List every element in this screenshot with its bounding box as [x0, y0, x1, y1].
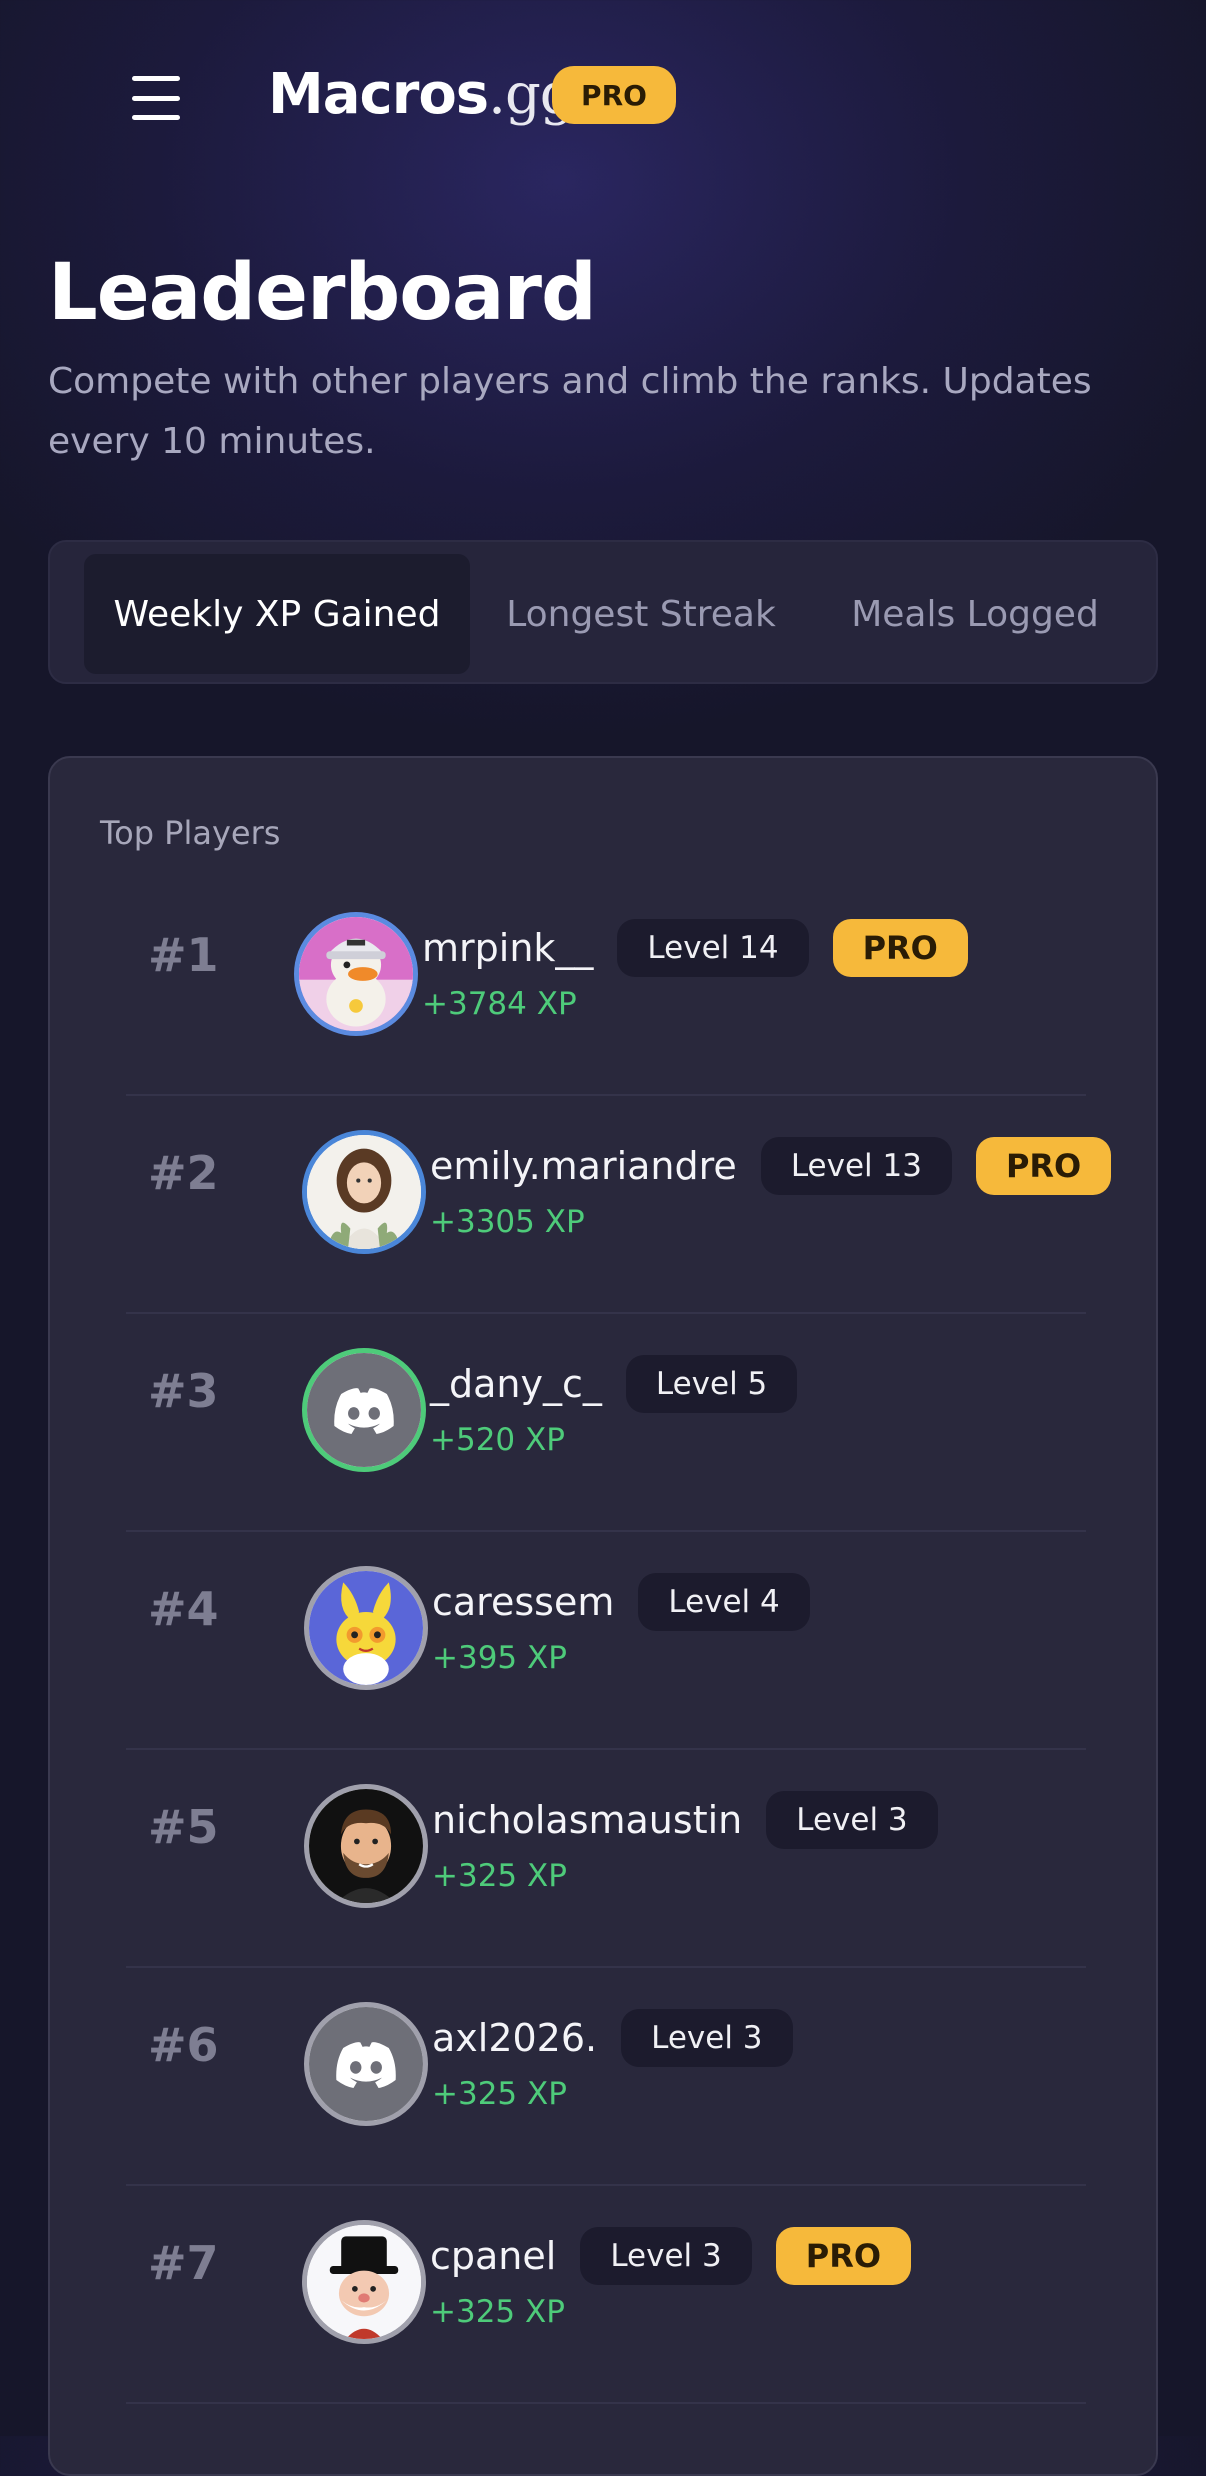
hamburger-menu-icon[interactable] [126, 72, 186, 124]
page-subtitle: Compete with other players and climb the… [48, 361, 1092, 462]
card-title: Top Players [100, 814, 281, 852]
rank-number: #2 [148, 1146, 219, 1200]
discord-icon[interactable] [302, 1348, 426, 1472]
player-name[interactable]: _dany_c_ [430, 1362, 602, 1406]
app-logo[interactable]: Macros.gg [268, 62, 576, 127]
leaderboard-row[interactable]: #5 nicholasmaustin Level 3 +325 XP [126, 1750, 1086, 1968]
monopoly-avatar-icon[interactable] [302, 2220, 426, 2344]
level-badge: Level 3 [621, 2009, 793, 2067]
player-info: cpanel Level 3 PRO +325 XP [430, 2226, 912, 2330]
player-name[interactable]: nicholasmaustin [432, 1798, 742, 1842]
player-info: caressem Level 4 +395 XP [432, 1572, 834, 1676]
xp-gained: +325 XP [432, 2076, 567, 2112]
leaderboard-row[interactable]: #2 emily.mariandre Level 13 PRO +3305 XP [126, 1096, 1112, 1314]
rank-number: #1 [148, 928, 219, 982]
player-info: mrpink__ Level 14 PRO +3784 XP [422, 918, 968, 1022]
leaderboard-row[interactable]: #6 axl2026. Level 3 +325 XP [126, 1968, 1086, 2186]
rank-number: #4 [148, 1582, 219, 1636]
leaderboard-card: Top Players #1 mrpink__ Level 14 PRO +3784 X… [48, 756, 1158, 2476]
player-name[interactable]: mrpink__ [422, 926, 593, 970]
tab-longest-streak[interactable]: Longest Streak [486, 554, 796, 674]
top-bar: Macros.gg PRO [0, 0, 1206, 190]
level-badge: Level 13 [760, 1137, 952, 1195]
level-badge: Level 5 [625, 1355, 798, 1413]
player-name-line: axl2026. Level 3 [432, 2008, 817, 2068]
bunny-avatar-icon[interactable] [304, 1566, 428, 1690]
leaderboard-tabs: Weekly XP Gained Longest Streak Meals Lo… [48, 540, 1158, 684]
player-list: #1 mrpink__ Level 14 PRO +3784 XP #2 emily.mar… [126, 878, 1112, 2404]
player-name-line: caressem Level 4 [432, 1572, 834, 1632]
woman-avatar-icon[interactable] [302, 1130, 426, 1254]
xp-gained: +3305 XP [430, 1204, 585, 1240]
player-info: nicholasmaustin Level 3 +325 XP [432, 1790, 962, 1894]
xp-gained: +3784 XP [422, 986, 577, 1022]
xp-gained: +325 XP [432, 1858, 567, 1894]
player-name-line: emily.mariandre Level 13 PRO [430, 1136, 1112, 1196]
pro-badge: PRO [975, 1137, 1112, 1195]
pro-badge: PRO [775, 2227, 912, 2285]
player-name[interactable]: axl2026. [432, 2016, 597, 2060]
page-title: Leaderboard [48, 248, 597, 338]
rank-number: #7 [148, 2236, 219, 2290]
rank-number: #3 [148, 1364, 219, 1418]
player-name[interactable]: emily.mariandre [430, 1144, 737, 1188]
duck-avatar-icon[interactable] [294, 912, 418, 1036]
level-badge: Level 3 [766, 1791, 938, 1849]
player-info: emily.mariandre Level 13 PRO +3305 XP [430, 1136, 1112, 1240]
player-info: _dany_c_ Level 5 +520 XP [430, 1354, 821, 1458]
man-avatar-icon[interactable] [304, 1784, 428, 1908]
discord-icon[interactable] [304, 2002, 428, 2126]
player-name-line: cpanel Level 3 PRO [430, 2226, 912, 2286]
player-name[interactable]: cpanel [430, 2234, 556, 2278]
level-badge: Level 3 [580, 2227, 752, 2285]
player-info: axl2026. Level 3 +325 XP [432, 2008, 817, 2112]
tab-meals-logged[interactable]: Meals Logged [820, 554, 1130, 674]
player-name-line: nicholasmaustin Level 3 [432, 1790, 962, 1850]
pro-badge: PRO [832, 919, 968, 977]
xp-gained: +325 XP [430, 2294, 565, 2330]
leaderboard-row[interactable]: #4 caressem Level 4 +395 XP [126, 1532, 1086, 1750]
level-badge: Level 14 [617, 919, 809, 977]
player-name-line: mrpink__ Level 14 PRO [422, 918, 968, 978]
rank-number: #6 [148, 2018, 219, 2072]
leaderboard-row[interactable]: #7 cpanel Level 3 PRO +325 XP [126, 2186, 1086, 2404]
rank-number: #5 [148, 1800, 219, 1854]
xp-gained: +395 XP [432, 1640, 567, 1676]
player-name[interactable]: caressem [432, 1580, 614, 1624]
xp-gained: +520 XP [430, 1422, 565, 1458]
header-pro-badge: PRO [552, 66, 676, 124]
level-badge: Level 4 [638, 1573, 810, 1631]
tab-weekly-xp[interactable]: Weekly XP Gained [84, 554, 470, 674]
leaderboard-row[interactable]: #1 mrpink__ Level 14 PRO +3784 XP [126, 878, 1086, 1096]
player-name-line: _dany_c_ Level 5 [430, 1354, 821, 1414]
leaderboard-row[interactable]: #3 _dany_c_ Level 5 +520 XP [126, 1314, 1086, 1532]
